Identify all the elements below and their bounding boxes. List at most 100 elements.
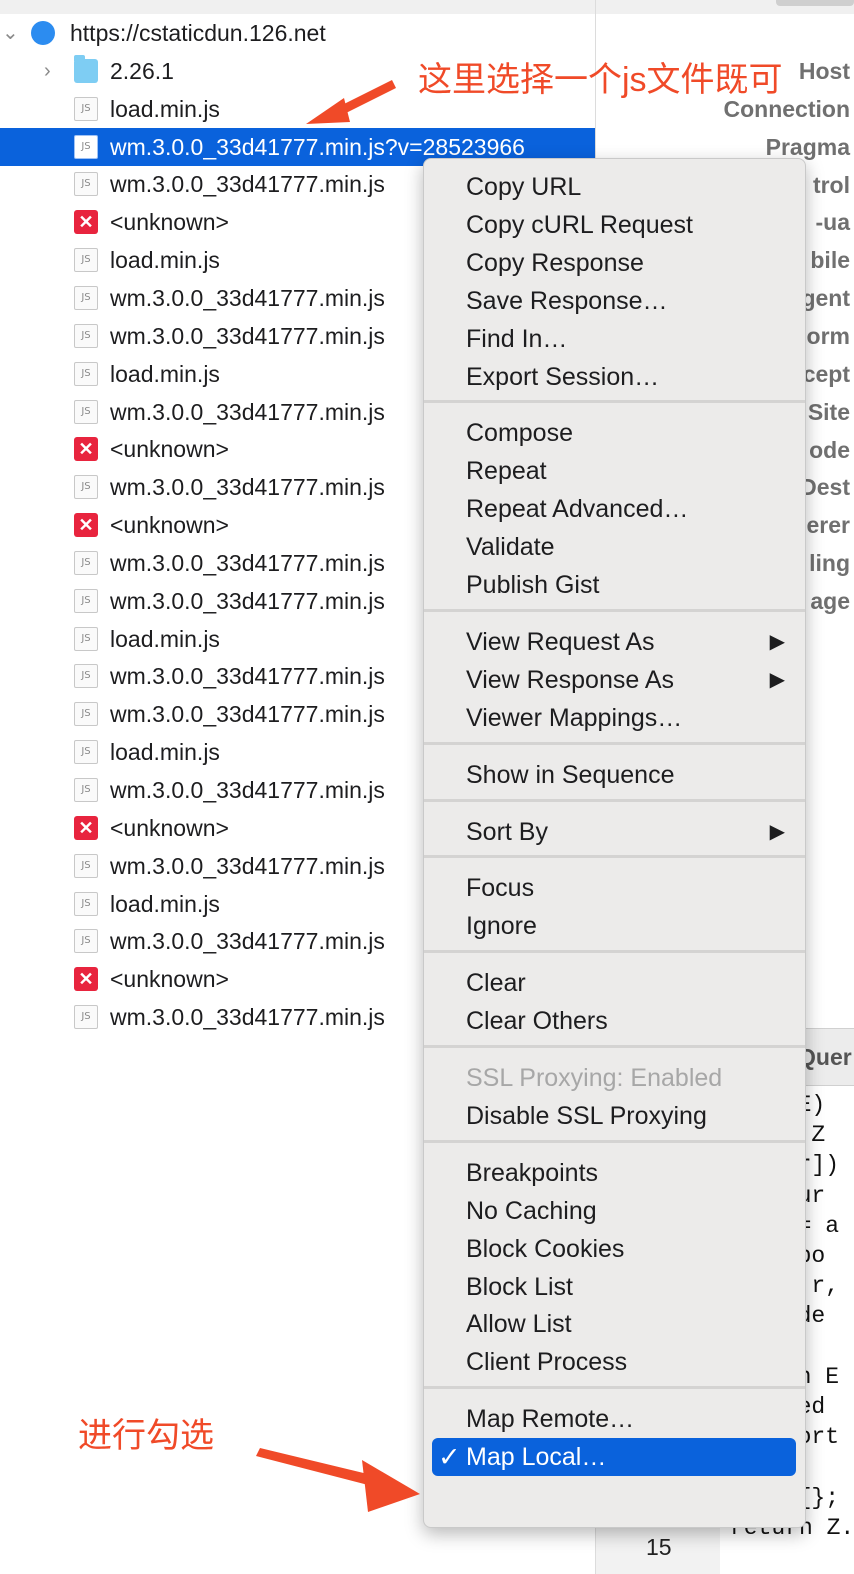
menu-item-copy-url[interactable]: Copy URL [424,168,805,206]
submenu-arrow-icon: ▶ [769,820,785,843]
header-name: trol [812,171,850,198]
menu-item-clear-others[interactable]: Clear Others [424,1002,805,1040]
js-file-icon: JS [74,285,98,310]
menu-item-validate[interactable]: Validate [424,528,805,566]
tab-query[interactable]: Quer [798,1029,852,1085]
menu-item-label: Copy cURL Request [466,210,693,239]
menu-item-label: Compose [466,419,573,448]
tree-item-label: <unknown> [110,814,229,841]
menu-item-label: Copy Response [466,248,644,277]
tree-item-label: wm.3.0.0_33d41777.min.js [110,322,385,349]
menu-item-label: View Response As [466,665,674,694]
menu-item-view-request-as[interactable]: View Request As ▶ [424,623,805,661]
menu-separator [424,1139,805,1143]
menu-separator [424,950,805,954]
menu-item-sort-by[interactable]: Sort By ▶ [424,813,805,851]
tree-item-label: load.min.js [110,247,220,274]
menu-item-client-process[interactable]: Client Process [424,1343,805,1381]
menu-item-breakpoints[interactable]: Breakpoints [424,1154,805,1192]
chevron-down-icon[interactable]: ⌄ [2,14,19,52]
menu-item-label: Map Remote… [466,1405,635,1434]
menu-item-block-list[interactable]: Block List [424,1268,805,1306]
error-icon: ✕ [74,210,98,235]
menu-item-label: Ignore [466,912,537,941]
error-icon: ✕ [74,815,98,840]
menu-item-repeat[interactable]: Repeat [424,452,805,490]
header-name: Dest [800,474,850,501]
menu-item-save-response[interactable]: Save Response… [424,282,805,320]
tree-item-label: wm.3.0.0_33d41777.min.js [110,171,385,198]
menu-item-label: Save Response… [466,286,668,315]
menu-item-copy-curl-request[interactable]: Copy cURL Request [424,206,805,244]
header-name: Host [798,58,850,84]
tree-item-label: wm.3.0.0_33d41777.min.js [110,1004,385,1031]
header-name: orm [806,322,850,349]
menu-item-map-remote[interactable]: Map Remote… [424,1400,805,1438]
chevron-right-icon[interactable]: › [44,52,51,90]
context-menu[interactable]: Copy URL Copy cURL Request Copy Response Sa… [423,158,806,1528]
menu-item-label: No Caching [466,1196,597,1225]
menu-item-copy-response[interactable]: Copy Response [424,244,805,282]
menu-item-no-caching[interactable]: No Caching [424,1192,805,1230]
menu-item-disable-ssl-proxying[interactable]: Disable SSL Proxying [424,1097,805,1135]
tree-item-label: <unknown> [110,966,229,993]
tree-host[interactable]: ⌄ https://cstaticdun.126.net [0,14,595,52]
menu-separator [424,400,805,404]
menu-item-clear[interactable]: Clear [424,964,805,1002]
tree-item-label: wm.3.0.0_33d41777.min.js [110,284,385,311]
tree-item-label: wm.3.0.0_33d41777.min.js [110,549,385,576]
menu-item-label: Repeat Advanced… [466,495,689,524]
header-name: Site [807,398,850,425]
menu-item-label: SSL Proxying: Enabled [466,1064,723,1092]
menu-item-label: Find In… [466,324,568,353]
menu-separator [424,855,805,859]
tree-item-label: 2.26.1 [110,57,174,84]
header-name: gent [801,285,850,312]
menu-item-label: Breakpoints [466,1158,599,1187]
menu-item-view-response-as[interactable]: View Response As ▶ [424,661,805,699]
menu-item-label: Copy URL [466,173,582,201]
menu-item-repeat-advanced[interactable]: Repeat Advanced… [424,490,805,528]
header-name: cept [802,360,850,387]
tree-item-label: wm.3.0.0_33d41777.min.js [110,701,385,728]
menu-item-publish-gist[interactable]: Publish Gist [424,566,805,604]
menu-item-compose[interactable]: Compose [424,414,805,452]
js-file-icon: JS [74,626,98,651]
tree-item-label: wm.3.0.0_33d41777.min.js [110,398,385,425]
toolbar-button-edge[interactable] [776,0,854,6]
tree-item-label: wm.3.0.0_33d41777.min.js [110,587,385,614]
menu-item-label: Focus [466,874,535,903]
tree-item-label: load.min.js [110,739,220,766]
menu-item-label: Validate [466,533,555,562]
line-number: 15 [646,1534,672,1560]
menu-item-allow-list[interactable]: Allow List [424,1305,805,1343]
tree-item-label: wm.3.0.0_33d41777.min.js [110,474,385,501]
menu-item-viewer-mappings[interactable]: Viewer Mappings… [424,699,805,737]
header-name: ling [809,550,850,577]
tree-item-label: wm.3.0.0_33d41777.min.js [110,777,385,803]
menu-item-ignore[interactable]: Ignore [424,907,805,945]
header-name: bile [810,247,850,274]
menu-item-focus[interactable]: Focus [424,869,805,907]
tree-item-label: load.min.js [110,360,220,387]
menu-item-find-in[interactable]: Find In… [424,320,805,358]
error-icon: ✕ [74,513,98,538]
tree-item-label: load.min.js [110,95,220,122]
js-file-icon: JS [74,248,98,273]
menu-item-export-session[interactable]: Export Session… [424,358,805,396]
menu-item-map-local[interactable]: ✓ Map Local… [432,1438,796,1477]
js-file-icon: JS [74,778,98,802]
menu-item-label: Block Cookies [466,1234,625,1263]
js-file-icon: JS [74,588,98,613]
annotation-arrow-top [306,80,396,124]
js-file-icon: JS [74,550,98,575]
js-file-icon: JS [74,1005,98,1030]
tree-item-label: wm.3.0.0_33d41777.min.js [110,928,385,955]
js-file-icon: JS [74,929,98,954]
menu-item-show-in-sequence[interactable]: Show in Sequence [424,756,805,794]
tree-item-label: load.min.js [110,890,220,917]
menu-item-label: Clear Others [466,1007,608,1036]
js-file-icon: JS [74,475,98,500]
menu-item-block-cookies[interactable]: Block Cookies [424,1230,805,1268]
menu-item-label: Show in Sequence [466,760,675,789]
